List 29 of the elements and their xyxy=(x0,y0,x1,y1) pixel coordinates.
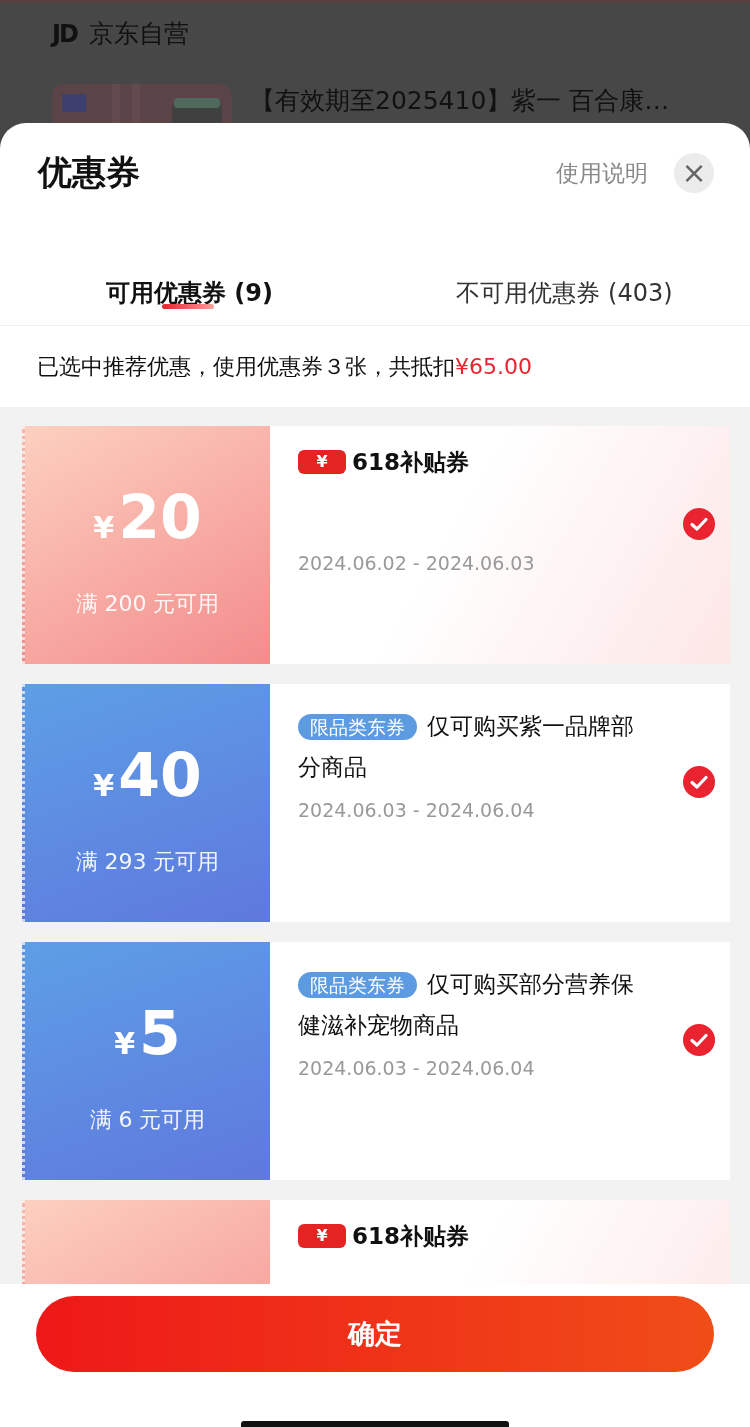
ticket-badge: ¥ xyxy=(298,1224,346,1248)
coupon-card[interactable]: ¥40 满 293 元可用 限品类东券 仅可购买紫一品牌部分商品 2024.06.03 - 2024.06.04 xyxy=(22,684,730,922)
coupon-description: 限品类东券 仅可购买紫一品牌部分商品 xyxy=(298,712,635,782)
help-link[interactable]: 使用说明 xyxy=(556,157,648,189)
coupon-dates: 2024.06.03 - 2024.06.04 xyxy=(298,1057,536,1079)
coupon-description: 限品类东券 仅可购买部分营养保健滋补宠物商品 xyxy=(298,970,635,1040)
coupon-condition: 满 293 元可用 xyxy=(75,847,220,876)
coupon-card[interactable]: ¥ 618补贴券 xyxy=(22,1200,730,1284)
close-button[interactable]: × xyxy=(674,153,714,193)
ticket-badge: ¥ xyxy=(298,450,346,474)
tab[interactable]: 可用优惠券 (9) xyxy=(0,255,375,325)
coupon-condition: 满 6 元可用 xyxy=(89,1105,206,1134)
summary-text: 已选中推荐优惠，使用优惠券３张，共抵扣¥65.00 xyxy=(36,353,533,381)
coupon-amount: ¥20 xyxy=(93,481,202,554)
sheet-title: 优惠券 xyxy=(38,151,141,194)
checkbox[interactable] xyxy=(683,766,715,798)
coupon-card[interactable]: ¥20 满 200 元可用 ¥ 618补贴券 2024.06.02 - 2024.06.03 xyxy=(22,426,730,664)
coupon-dates: 2024.06.02 - 2024.06.03 xyxy=(298,552,536,574)
confirm-button[interactable]: 确定 xyxy=(36,1296,714,1372)
coupon-card[interactable]: ¥5 满 6 元可用 限品类东券 仅可购买部分营养保健滋补宠物商品 2024.06.03 - 2024.06.04 xyxy=(22,942,730,1180)
coupon-type: 618补贴券 xyxy=(352,447,469,477)
coupon-type: 618补贴券 xyxy=(352,1221,469,1251)
coupon-amount: ¥40 xyxy=(93,739,202,812)
checkbox[interactable] xyxy=(683,508,715,540)
checkbox[interactable] xyxy=(683,1024,715,1056)
coupon-amount: ¥5 xyxy=(114,997,181,1070)
coupon-dates: 2024.06.03 - 2024.06.04 xyxy=(298,799,536,821)
coupon-condition: 满 200 元可用 xyxy=(75,589,220,618)
tab[interactable]: 不可用优惠券 (403) xyxy=(375,255,750,325)
